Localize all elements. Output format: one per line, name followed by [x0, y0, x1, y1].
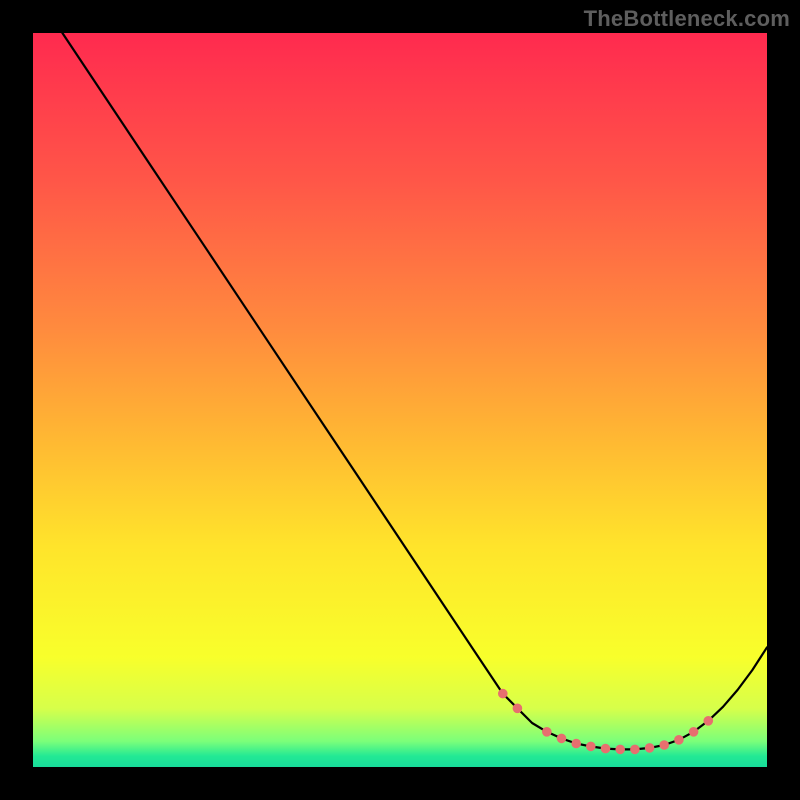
- marker-dot: [674, 735, 684, 745]
- marker-dot: [689, 727, 699, 737]
- watermark-text: TheBottleneck.com: [584, 6, 790, 32]
- plot-area: [33, 33, 767, 767]
- marker-dot: [601, 744, 611, 754]
- marker-dot: [659, 740, 669, 750]
- marker-dot: [571, 739, 581, 749]
- marker-dot: [630, 745, 640, 755]
- marker-dot: [704, 716, 714, 726]
- marker-dot: [498, 689, 508, 699]
- chart-svg: [33, 33, 767, 767]
- gradient-background: [33, 33, 767, 767]
- marker-dot: [542, 727, 552, 737]
- marker-dot: [557, 734, 567, 744]
- chart-container: TheBottleneck.com: [0, 0, 800, 800]
- marker-dot: [645, 743, 655, 753]
- marker-dot: [513, 704, 523, 714]
- marker-dot: [615, 745, 625, 755]
- marker-dot: [586, 742, 596, 752]
